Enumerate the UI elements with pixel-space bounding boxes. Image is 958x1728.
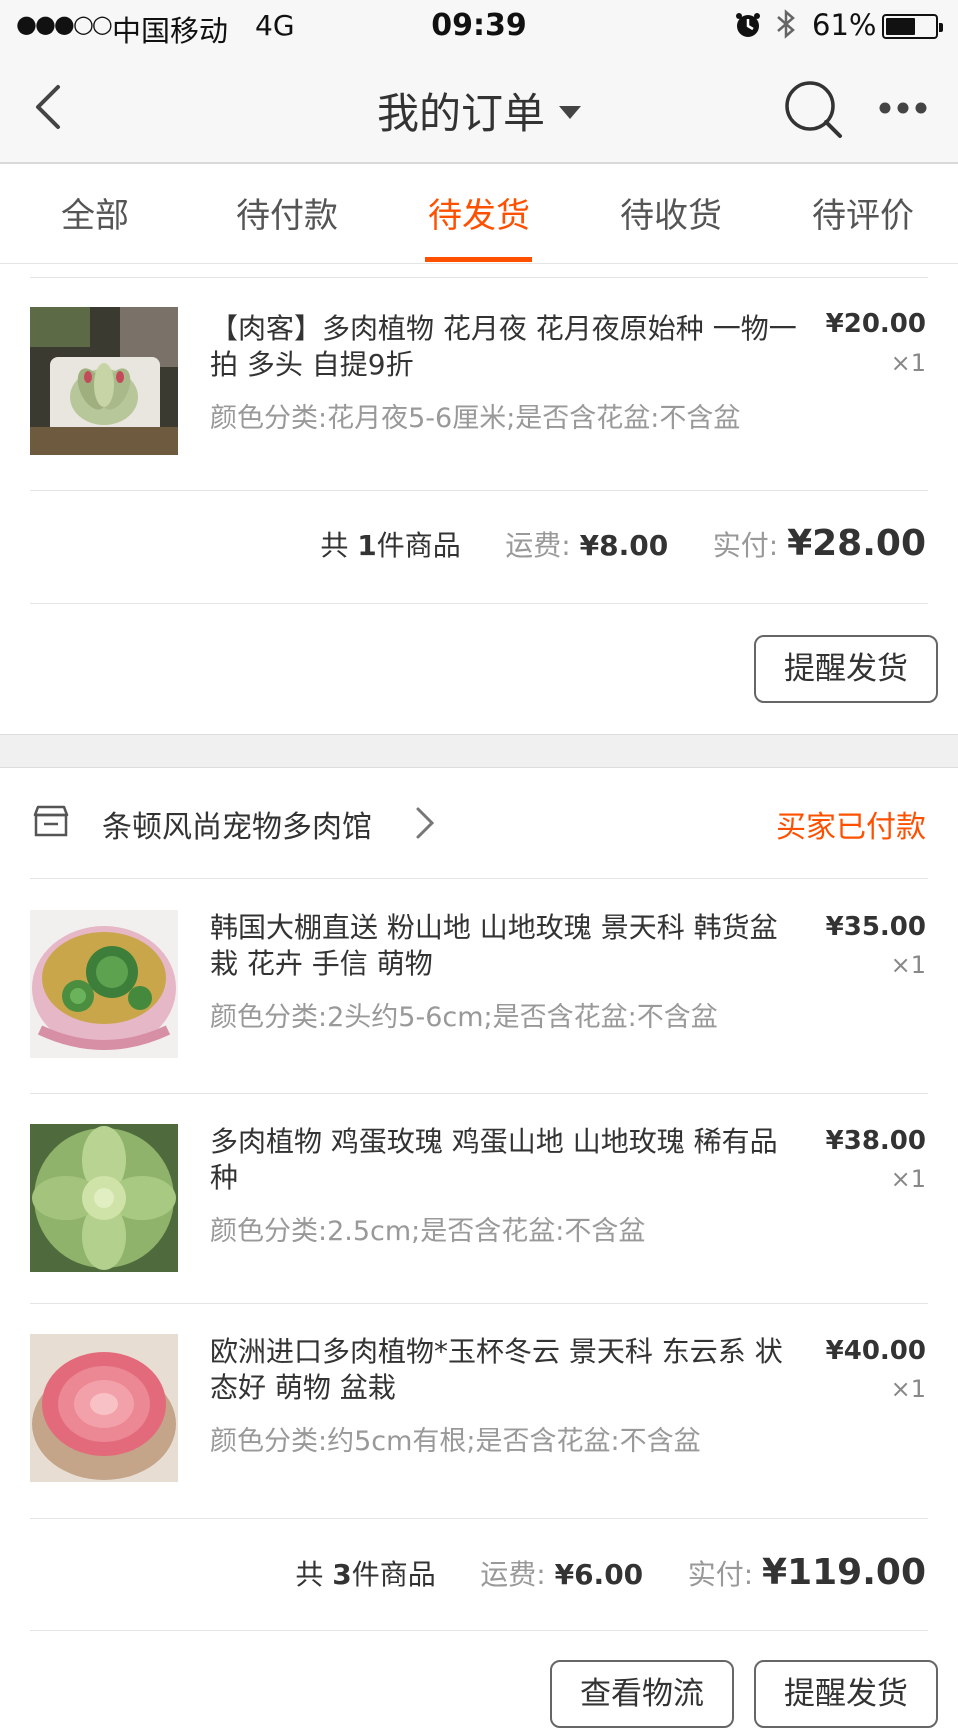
paid-label: 实付: [712, 529, 779, 562]
divider [30, 603, 928, 604]
remind-shipment-button[interactable]: 提醒发货 [754, 635, 938, 703]
page-title-text: 我的订单 [376, 89, 545, 138]
divider [30, 490, 928, 491]
shop-icon [32, 804, 70, 842]
search-icon[interactable] [784, 80, 844, 144]
product-thumbnail[interactable] [30, 1124, 178, 1272]
item-count-suffix: 件商品 [351, 1558, 436, 1591]
item-count-suffix: 件商品 [376, 529, 461, 562]
shipping-label: 运费: [505, 529, 571, 562]
tab-all[interactable]: 全部 [20, 188, 170, 237]
view-logistics-button[interactable]: 查看物流 [550, 1660, 734, 1728]
tab-pending-payment[interactable]: 待付款 [212, 188, 362, 237]
item-count-prefix: 共 [295, 1558, 324, 1591]
product-sku: 颜色分类:2.5cm;是否含花盆:不含盆 [210, 1216, 646, 1247]
order-tabs: 全部 待付款 待发货 待收货 待评价 [0, 164, 958, 264]
shipping-fee: ¥6.00 [554, 1558, 644, 1591]
order-summary: 共 3件商品 运费: ¥6.00 实付: ¥119.00 [295, 1552, 926, 1593]
shipping-label: 运费: [480, 1558, 546, 1591]
bluetooth-icon [774, 8, 798, 47]
product-thumbnail[interactable] [30, 307, 178, 455]
item-count: 1 [357, 529, 377, 562]
paid-amount: ¥119.00 [762, 1552, 926, 1593]
product-price: ¥35.00 [825, 912, 926, 942]
divider [30, 878, 928, 879]
nav-bar: 我的订单 [0, 52, 958, 164]
battery-percent: 61% [812, 8, 877, 42]
divider [30, 1093, 928, 1094]
product-quantity: ×1 [890, 1165, 926, 1193]
paid-amount: ¥28.00 [787, 523, 926, 564]
shipping-fee: ¥8.00 [579, 529, 669, 562]
divider [30, 1518, 928, 1519]
divider [30, 1303, 928, 1304]
tab-pending-receipt[interactable]: 待收货 [596, 188, 746, 237]
battery-icon [882, 14, 943, 39]
product-price: ¥38.00 [825, 1126, 926, 1156]
product-title[interactable]: 多肉植物 鸡蛋玫瑰 鸡蛋山地 山地玫瑰 稀有品种 [210, 1124, 800, 1196]
paid-label: 实付: [687, 1558, 754, 1591]
product-title[interactable]: 【肉客】多肉植物 花月夜 花月夜原始种 一物一拍 多头 自提9折 [210, 311, 800, 383]
tab-pending-review[interactable]: 待评价 [788, 188, 938, 237]
status-bar: ●●●○○ 中国移动 4G 09:39 61% [0, 0, 958, 52]
product-quantity: ×1 [890, 1375, 926, 1403]
section-gap [0, 734, 958, 768]
product-title[interactable]: 欧洲进口多肉植物*玉杯冬云 景天科 东云系 状态好 萌物 盆栽 [210, 1334, 800, 1406]
tab-pending-shipment[interactable]: 待发货 [404, 188, 554, 237]
chevron-right-icon[interactable] [414, 806, 436, 844]
product-quantity: ×1 [890, 349, 926, 377]
product-thumbnail[interactable] [30, 1334, 178, 1482]
product-quantity: ×1 [890, 951, 926, 979]
item-count-prefix: 共 [320, 529, 349, 562]
order-status: 买家已付款 [776, 810, 926, 845]
product-sku: 颜色分类:约5cm有根;是否含花盆:不含盆 [210, 1426, 701, 1457]
divider [30, 1630, 928, 1631]
order-card-1: 【肉客】多肉植物 花月夜 花月夜原始种 一物一拍 多头 自提9折 颜色分类:花月… [0, 264, 958, 734]
alarm-icon [734, 11, 762, 46]
product-sku: 颜色分类:花月夜5-6厘米;是否含花盆:不含盆 [210, 403, 741, 434]
product-price: ¥40.00 [825, 1336, 926, 1366]
active-tab-indicator [425, 257, 532, 262]
order-summary: 共 1件商品 运费: ¥8.00 实付: ¥28.00 [320, 523, 926, 564]
product-price: ¥20.00 [825, 309, 926, 339]
product-sku: 颜色分类:2头约5-6cm;是否含花盆:不含盆 [210, 1002, 718, 1033]
shop-name[interactable]: 条顿风尚宠物多肉馆 [102, 802, 372, 846]
item-count: 3 [332, 1558, 352, 1591]
remind-shipment-button[interactable]: 提醒发货 [754, 1660, 938, 1728]
more-icon[interactable] [878, 100, 928, 119]
caret-down-icon [559, 106, 581, 119]
product-title[interactable]: 韩国大棚直送 粉山地 山地玫瑰 景天科 韩货盆栽 花卉 手信 萌物 [210, 910, 800, 982]
product-thumbnail[interactable] [30, 910, 178, 1058]
